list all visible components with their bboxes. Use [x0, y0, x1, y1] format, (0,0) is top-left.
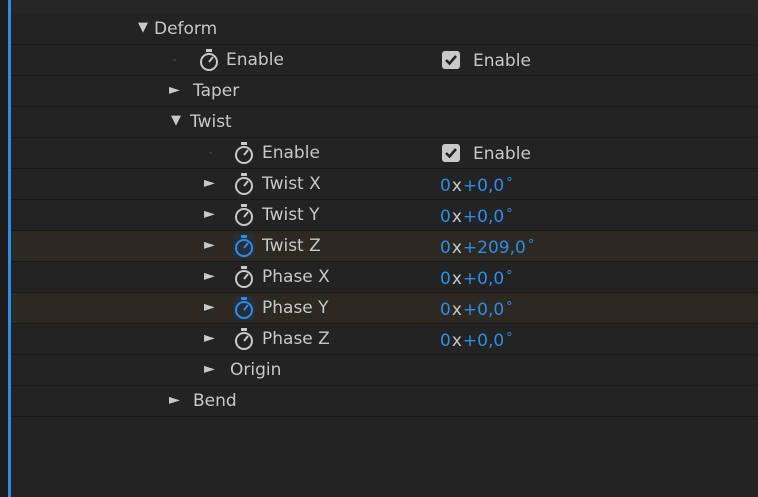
property-row-twist-z[interactable]: ► Twist Z 0x+209,0 ° — [11, 231, 758, 262]
stopwatch-icon[interactable] — [233, 203, 255, 227]
property-label-taper: Taper — [193, 81, 240, 101]
triangle-right-icon[interactable]: ► — [204, 359, 215, 379]
property-row-taper[interactable]: ► Taper — [11, 76, 758, 107]
times-sign: x — [451, 269, 462, 289]
property-label-phase-z: Phase Z — [262, 329, 330, 349]
degree-symbol: ° — [506, 176, 513, 191]
triangle-right-icon[interactable]: ► — [204, 328, 215, 348]
property-label-enable: Enable — [262, 143, 320, 163]
triangle-right-icon[interactable]: ► — [204, 297, 215, 317]
checkmark-icon — [445, 148, 457, 159]
phase-z-degrees[interactable]: +0,0 — [463, 331, 504, 351]
twist-z-revolutions[interactable]: 0 — [440, 238, 451, 258]
property-row-twist[interactable]: ▼ Twist — [11, 107, 758, 138]
stopwatch-icon[interactable] — [233, 234, 255, 258]
checkmark-icon — [445, 55, 457, 66]
twist-z-degrees[interactable]: +209,0 — [463, 238, 526, 258]
phase-z-revolutions[interactable]: 0 — [440, 331, 451, 351]
phase-z-value[interactable]: 0x+0,0 ° — [440, 329, 513, 351]
property-label-twist-z: Twist Z — [262, 236, 321, 256]
property-label-deform: Deform — [154, 19, 218, 39]
triangle-right-icon[interactable]: ► — [169, 80, 180, 100]
property-label-twist: Twist — [190, 112, 232, 132]
phase-x-value[interactable]: 0x+0,0 ° — [440, 267, 513, 289]
times-sign: x — [451, 300, 462, 320]
phase-y-revolutions[interactable]: 0 — [440, 300, 451, 320]
twist-z-value[interactable]: 0x+209,0 ° — [440, 236, 534, 258]
times-sign: x — [451, 331, 462, 351]
twist-y-degrees[interactable]: +0,0 — [463, 207, 504, 227]
stopwatch-icon[interactable] — [233, 141, 255, 165]
stopwatch-icon[interactable] — [233, 172, 255, 196]
effect-properties-panel: ▼ Deform Enable Enable ► Taper ▼ Twist E… — [0, 0, 758, 497]
property-label-origin: Origin — [230, 360, 282, 380]
panel-top-strip — [11, 0, 758, 14]
property-label-enable: Enable — [226, 50, 284, 70]
property-label-phase-y: Phase Y — [262, 298, 329, 318]
triangle-down-icon[interactable]: ▼ — [171, 111, 181, 131]
property-row-phase-y[interactable]: ► Phase Y 0x+0,0 ° — [11, 293, 758, 324]
degree-symbol: ° — [506, 300, 513, 315]
degree-symbol: ° — [527, 238, 535, 253]
phase-y-degrees[interactable]: +0,0 — [463, 300, 504, 320]
twist-y-revolutions[interactable]: 0 — [440, 207, 451, 227]
triangle-right-icon[interactable]: ► — [204, 173, 215, 193]
property-row-deform[interactable]: ▼ Deform — [11, 14, 758, 45]
triangle-right-icon[interactable]: ► — [204, 235, 215, 255]
enable-checkbox[interactable] — [442, 144, 460, 162]
triangle-right-icon[interactable]: ► — [204, 204, 215, 224]
enable-checkbox-label[interactable]: Enable — [473, 51, 531, 71]
property-label-phase-x: Phase X — [262, 267, 330, 287]
twist-x-degrees[interactable]: +0,0 — [463, 176, 504, 196]
phase-x-revolutions[interactable]: 0 — [440, 269, 451, 289]
triangle-right-icon[interactable]: ► — [204, 266, 215, 286]
twist-x-revolutions[interactable]: 0 — [440, 176, 451, 196]
indent-tick — [173, 59, 176, 61]
twist-x-value[interactable]: 0x+0,0 ° — [440, 174, 513, 196]
degree-symbol: ° — [506, 331, 513, 346]
property-row-bend[interactable]: ► Bend — [11, 386, 758, 417]
enable-checkbox-label[interactable]: Enable — [473, 144, 531, 164]
property-row-twist-y[interactable]: ► Twist Y 0x+0,0 ° — [11, 200, 758, 231]
property-row-deform-enable[interactable]: Enable Enable — [11, 45, 758, 76]
times-sign: x — [451, 207, 462, 227]
stopwatch-icon[interactable] — [233, 265, 255, 289]
phase-y-value[interactable]: 0x+0,0 ° — [440, 298, 513, 320]
property-row-twist-enable[interactable]: Enable Enable — [11, 138, 758, 169]
degree-symbol: ° — [506, 269, 513, 284]
property-row-twist-x[interactable]: ► Twist X 0x+0,0 ° — [11, 169, 758, 200]
triangle-down-icon[interactable]: ▼ — [138, 18, 148, 38]
property-label-twist-y: Twist Y — [262, 205, 320, 225]
property-row-origin[interactable]: ► Origin — [11, 355, 758, 386]
property-label-bend: Bend — [193, 391, 237, 411]
stopwatch-icon[interactable] — [233, 296, 255, 320]
indent-tick — [209, 152, 212, 154]
twist-y-value[interactable]: 0x+0,0 ° — [440, 205, 513, 227]
phase-x-degrees[interactable]: +0,0 — [463, 269, 504, 289]
property-label-twist-x: Twist X — [262, 174, 321, 194]
triangle-right-icon[interactable]: ► — [169, 390, 180, 410]
property-row-phase-z[interactable]: ► Phase Z 0x+0,0 ° — [11, 324, 758, 355]
property-row-phase-x[interactable]: ► Phase X 0x+0,0 ° — [11, 262, 758, 293]
degree-symbol: ° — [506, 207, 513, 222]
times-sign: x — [451, 176, 462, 196]
stopwatch-icon[interactable] — [198, 48, 220, 72]
stopwatch-icon[interactable] — [233, 327, 255, 351]
times-sign: x — [451, 238, 462, 258]
enable-checkbox[interactable] — [442, 51, 460, 69]
